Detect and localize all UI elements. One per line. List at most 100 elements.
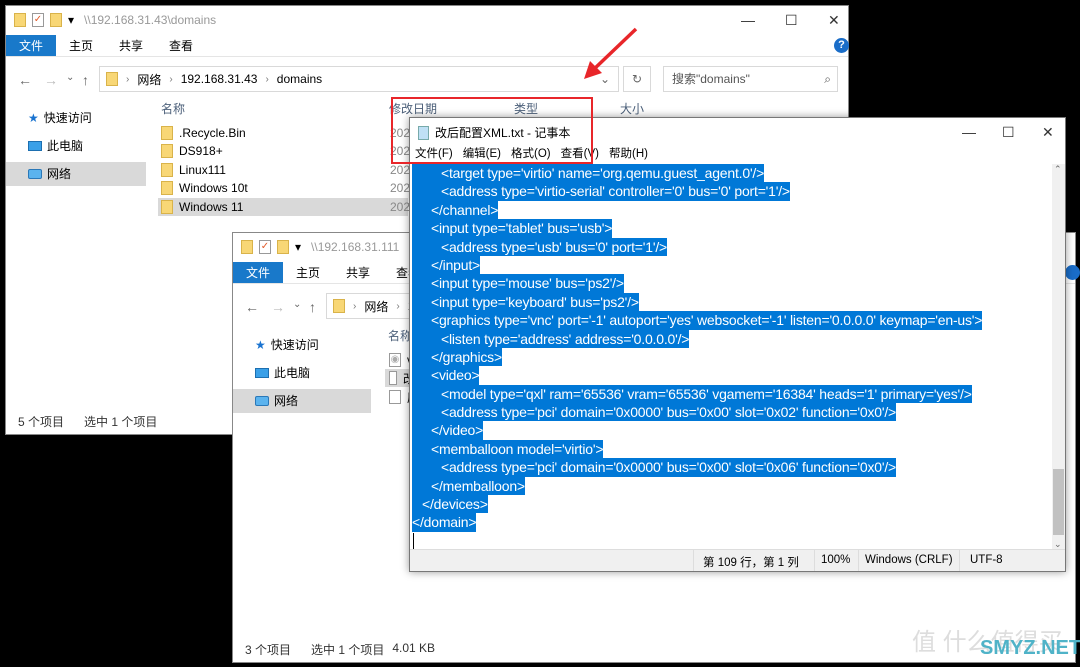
maximize-button[interactable]: ☐ — [785, 12, 798, 29]
selected-text: </video> — [412, 421, 483, 440]
selected-text: <input type='keyboard' bus='ps2'/> — [412, 292, 639, 312]
nav-this-pc[interactable]: 此电脑 — [233, 361, 373, 385]
minimize-button[interactable]: — — [741, 12, 755, 28]
code-line: </graphics> — [412, 347, 1055, 367]
status-bar: 第 109 行，第 1 列 100% Windows (CRLF) UTF-8 — [410, 549, 1065, 571]
star-icon: ★ — [255, 338, 266, 352]
tab-share[interactable]: 共享 — [106, 35, 156, 56]
selected-text: <address type='pci' domain='0x0000' bus=… — [412, 458, 896, 477]
window-title: \\192.168.31.111 — [311, 240, 400, 254]
code-line: <target type='virtio' name='org.qemu.gue… — [412, 164, 1055, 183]
line-ending: Windows (CRLF) — [865, 554, 953, 566]
properties-icon[interactable]: ✓ — [32, 13, 44, 27]
properties-icon[interactable]: ✓ — [259, 240, 271, 254]
breadcrumb-network[interactable]: 网络 — [364, 298, 388, 315]
column-size[interactable]: 大小 — [620, 100, 644, 117]
tab-file[interactable]: 文件 — [233, 262, 283, 283]
selected-text: <listen type='address' address='0.0.0.0'… — [412, 329, 689, 348]
code-line: <address type='pci' domain='0x0000' bus=… — [412, 458, 1055, 477]
code-line: </input> — [412, 255, 1055, 275]
notepad-window: 改后配置XML.txt - 记事本 — ☐ ✕ 文件(F) 编辑(E) 格式(O… — [409, 117, 1066, 572]
code-line: <input type='keyboard' bus='ps2'/> — [412, 292, 1055, 312]
selected-text: <input type='tablet' bus='usb'> — [412, 219, 612, 238]
tab-file[interactable]: 文件 — [6, 35, 56, 56]
recent-button[interactable]: ⌄ — [293, 299, 301, 310]
folder-icon — [14, 13, 26, 27]
nav-this-pc[interactable]: 此电脑 — [6, 134, 146, 158]
ribbon-tabs: 文件 主页 共享 查看 ? — [6, 35, 849, 57]
file-row[interactable]: Linux111 — [161, 161, 391, 179]
code-line: <address type='usb' bus='0' port='1'/> — [412, 237, 1055, 256]
network-icon — [255, 396, 269, 406]
new-folder-icon[interactable] — [277, 240, 289, 254]
file-row[interactable]: Windows 10t — [161, 179, 391, 197]
folder-icon — [241, 240, 253, 254]
column-name[interactable]: 名称 — [161, 100, 185, 117]
zoom-level: 100% — [821, 554, 851, 566]
code-line: </video> — [412, 421, 1055, 440]
up-button[interactable]: ↑ — [309, 299, 316, 315]
code-line: <listen type='address' address='0.0.0.0'… — [412, 329, 1055, 348]
up-button[interactable]: ↑ — [82, 72, 89, 88]
recent-button[interactable]: ⌄ — [66, 72, 74, 83]
network-icon — [28, 169, 42, 179]
selected-text: <address type='pci' domain='0x0000' bus=… — [412, 403, 896, 422]
maximize-button[interactable]: ☐ — [1002, 124, 1015, 141]
tab-home[interactable]: 主页 — [283, 262, 333, 283]
computer-icon — [255, 368, 269, 378]
help-icon[interactable]: ? — [834, 38, 849, 53]
selected-text: </graphics> — [412, 347, 502, 367]
code-line: <graphics type='vnc' port='-1' autoport=… — [412, 311, 1055, 330]
breadcrumb-network[interactable]: 网络 — [137, 71, 161, 88]
scrollbar-thumb[interactable] — [1053, 469, 1064, 535]
nav-quick-access[interactable]: ★ 快速访问 — [233, 333, 373, 357]
customize-icon[interactable]: ▾ — [295, 240, 301, 254]
back-button[interactable]: ← — [245, 299, 259, 315]
selected-text: <model type='qxl' ram='65536' vram='6553… — [412, 384, 972, 404]
selected-text: <graphics type='vnc' port='-1' autoport=… — [412, 311, 982, 330]
back-button[interactable]: ← — [18, 72, 32, 88]
navigation-bar: ← → ⌄ ↑ › 网络 › 192.168.31.43 › domains ⌄ ↻… — [6, 62, 848, 98]
selected-text: <target type='virtio' name='org.qemu.gue… — [412, 164, 764, 183]
close-button[interactable]: ✕ — [828, 12, 840, 29]
vertical-scrollbar[interactable]: ⌃ ⌄ — [1052, 164, 1065, 550]
file-row-selected[interactable]: Windows 11 — [158, 198, 408, 216]
breadcrumb-domains[interactable]: domains — [277, 72, 322, 86]
forward-button[interactable]: → — [271, 299, 285, 315]
forward-button[interactable]: → — [44, 72, 58, 88]
menu-help[interactable]: 帮助(H) — [609, 145, 648, 161]
network-folder-icon — [333, 299, 345, 313]
tab-home[interactable]: 主页 — [56, 35, 106, 56]
code-line: </domain> — [412, 513, 1055, 532]
close-button[interactable]: ✕ — [1042, 124, 1054, 141]
customize-icon[interactable]: ▾ — [68, 13, 74, 27]
file-row[interactable]: DS918+ — [161, 142, 391, 160]
text-editor[interactable]: <target type='virtio' name='org.qemu.gue… — [412, 164, 1055, 548]
selected-text: <input type='mouse' bus='ps2'/> — [412, 274, 624, 293]
status-bar: 3 个项目 选中 1 个项目 4.01 KB — [245, 641, 436, 657]
code-line: </channel> — [412, 200, 1055, 220]
status-bar: 5 个项目 选中 1 个项目 — [18, 415, 158, 429]
minimize-button[interactable]: — — [962, 124, 976, 140]
tab-share[interactable]: 共享 — [333, 262, 383, 283]
selected-text: </domain> — [412, 513, 477, 532]
code-line: <address type='virtio-serial' controller… — [412, 182, 1055, 201]
selected-text: <video> — [412, 366, 480, 385]
help-icon[interactable] — [1065, 265, 1080, 280]
selected-text: </channel> — [412, 200, 498, 220]
nav-network[interactable]: 网络 — [233, 389, 371, 413]
file-row[interactable]: .Recycle.Bin — [161, 124, 391, 142]
code-line: <memballoon model='virtio'> — [412, 439, 1055, 459]
tab-view[interactable]: 查看 — [156, 35, 206, 56]
code-line: <model type='qxl' ram='65536' vram='6553… — [412, 384, 1055, 404]
breadcrumb-host[interactable]: 192.168.31.43 — [181, 72, 258, 86]
nav-pane: ★ 快速访问 此电脑 网络 — [6, 106, 146, 190]
search-icon: ⌕ — [824, 72, 831, 86]
selected-text: </input> — [412, 255, 480, 275]
nav-quick-access[interactable]: ★ 快速访问 — [6, 106, 146, 130]
address-bar[interactable]: › 网络 › 192.168.31.43 › domains ⌄ — [99, 66, 619, 92]
new-folder-icon[interactable] — [50, 13, 62, 27]
nav-network[interactable]: 网络 — [6, 162, 146, 186]
search-input[interactable]: 搜索"domains" ⌕ — [663, 66, 838, 92]
selected-text: <memballoon model='virtio'> — [412, 439, 604, 459]
